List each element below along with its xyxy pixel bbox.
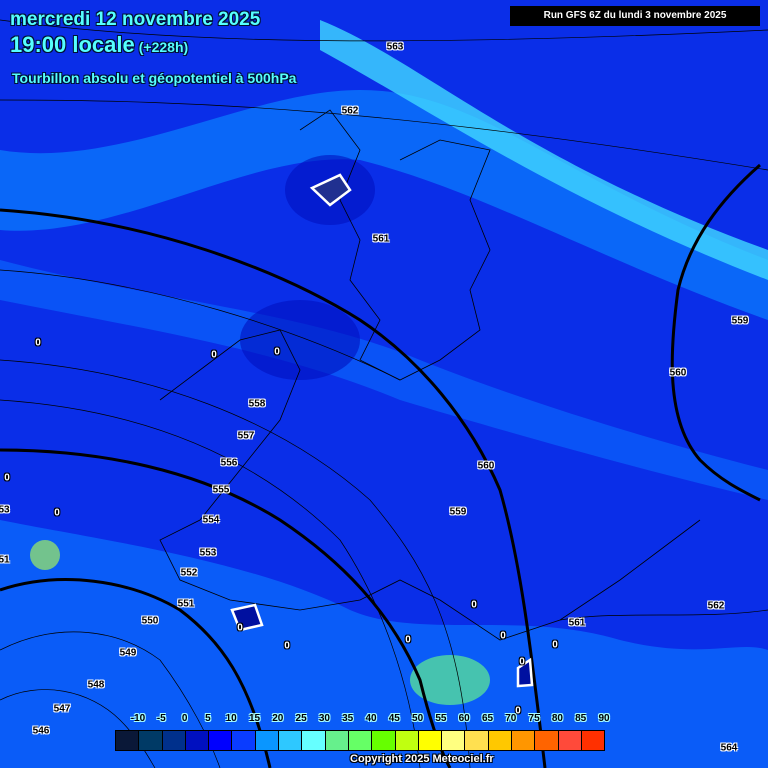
legend-tick: 75	[528, 713, 540, 724]
contour-label: 549	[119, 647, 137, 659]
contour-label: 556	[220, 457, 238, 469]
contour-label: 554	[202, 514, 220, 526]
legend-swatch	[348, 731, 373, 750]
contour-label: 560	[477, 460, 495, 472]
legend-swatch	[139, 731, 163, 750]
contour-label: 553	[199, 547, 217, 559]
local-time: 19:00 locale	[10, 32, 135, 57]
legend-tick: 50	[412, 713, 424, 724]
legend-swatch	[279, 731, 303, 750]
vorticity-map	[0, 0, 768, 768]
legend-swatch	[418, 731, 443, 750]
legend-tick: 35	[342, 713, 354, 724]
legend-tick: 20	[272, 713, 284, 724]
legend-tick: 30	[318, 713, 330, 724]
color-legend	[115, 730, 606, 751]
legend-tick: 80	[551, 713, 563, 724]
legend-swatch	[302, 731, 326, 750]
legend-tick: 5	[205, 713, 211, 724]
vorticity-patch	[240, 300, 360, 380]
copyright: Copyright 2025 Meteociel.fr	[350, 753, 494, 765]
legend-tick: 0	[181, 713, 188, 724]
zero-vorticity-label: 0	[211, 349, 217, 361]
contour-label: 552	[180, 567, 198, 579]
contour-label: 562	[707, 600, 725, 612]
contour-label: 557	[237, 430, 255, 442]
legend-swatch	[209, 731, 233, 750]
legend-swatch	[512, 731, 536, 750]
zero-vorticity-label: 0	[274, 346, 280, 358]
forecast-date: mercredi 12 novembre 2025	[10, 9, 261, 30]
parameter-title: Tourbillon absolu et géopotentiel à 500h…	[12, 70, 297, 86]
contour-label: 51	[0, 554, 10, 566]
legend-swatch	[116, 731, 140, 750]
contour-label: 563	[386, 41, 404, 53]
zero-vorticity-label: 0	[237, 622, 243, 634]
zero-vorticity-label: 0	[552, 639, 558, 651]
legend-tick: 60	[458, 713, 470, 724]
legend-tick: 70	[505, 713, 517, 724]
zero-vorticity-label: 0	[4, 472, 10, 484]
zero-vorticity-label: 0	[284, 640, 290, 652]
contour-label: 558	[248, 398, 266, 410]
legend-swatch	[395, 731, 419, 750]
contour-label: 560	[669, 367, 687, 379]
legend-swatch	[325, 731, 349, 750]
contour-label: 547	[53, 703, 71, 715]
contour-label: 561	[372, 233, 390, 245]
legend-swatch	[255, 731, 280, 750]
vorticity-patch	[410, 655, 490, 705]
legend-tick: -10	[130, 713, 146, 724]
legend-swatch	[558, 731, 582, 750]
legend-tick: 40	[365, 713, 377, 724]
vorticity-patch	[30, 540, 60, 570]
legend-tick: 85	[575, 713, 587, 724]
contour-label: 555	[212, 484, 230, 496]
legend-tick: 65	[481, 713, 494, 724]
legend-ticks: -10 -5 0 5 10 15 20 25 30 35 40 45 50 55 60 65 70 75 80 85 9…	[115, 713, 610, 727]
legend-tick: 45	[388, 713, 400, 724]
contour-label: 548	[87, 679, 105, 691]
contour-label: 546	[32, 725, 50, 737]
zero-vorticity-label: 0	[54, 507, 60, 519]
zero-vorticity-label: 0	[500, 630, 506, 642]
lead-time: (+228h)	[138, 39, 189, 55]
legend-tick: 90	[598, 713, 610, 724]
contour-label: 559	[731, 315, 749, 327]
legend-tick: 10	[225, 713, 237, 724]
zero-vorticity-label: 0	[35, 337, 41, 349]
legend-swatch	[535, 731, 559, 750]
legend-swatch	[232, 731, 256, 750]
contour-label: 550	[141, 615, 159, 627]
legend-swatch	[581, 731, 605, 750]
legend-swatch	[488, 731, 513, 750]
legend-swatch	[185, 731, 210, 750]
forecast-time: 19:00 locale (+228h)	[10, 32, 188, 58]
legend-tick: 15	[248, 713, 261, 724]
zero-vorticity-label: 0	[405, 634, 411, 646]
contour-label: 561	[568, 617, 586, 629]
contour-label: 53	[0, 504, 10, 516]
contour-label: 551	[177, 598, 195, 610]
legend-tick: -5	[156, 713, 166, 724]
legend-swatch	[162, 731, 186, 750]
zero-vorticity-label: 0	[471, 599, 477, 611]
contour-label: 562	[341, 105, 359, 117]
run-info: Run GFS 6Z du lundi 3 novembre 2025	[510, 6, 760, 26]
legend-swatch	[372, 731, 396, 750]
legend-swatch	[442, 731, 466, 750]
legend-tick: 25	[295, 713, 307, 724]
contour-label: 559	[449, 506, 467, 518]
contour-label: 564	[720, 742, 738, 754]
legend-tick: 55	[435, 713, 447, 724]
zero-vorticity-label: 0	[519, 656, 525, 668]
legend-swatch	[465, 731, 489, 750]
